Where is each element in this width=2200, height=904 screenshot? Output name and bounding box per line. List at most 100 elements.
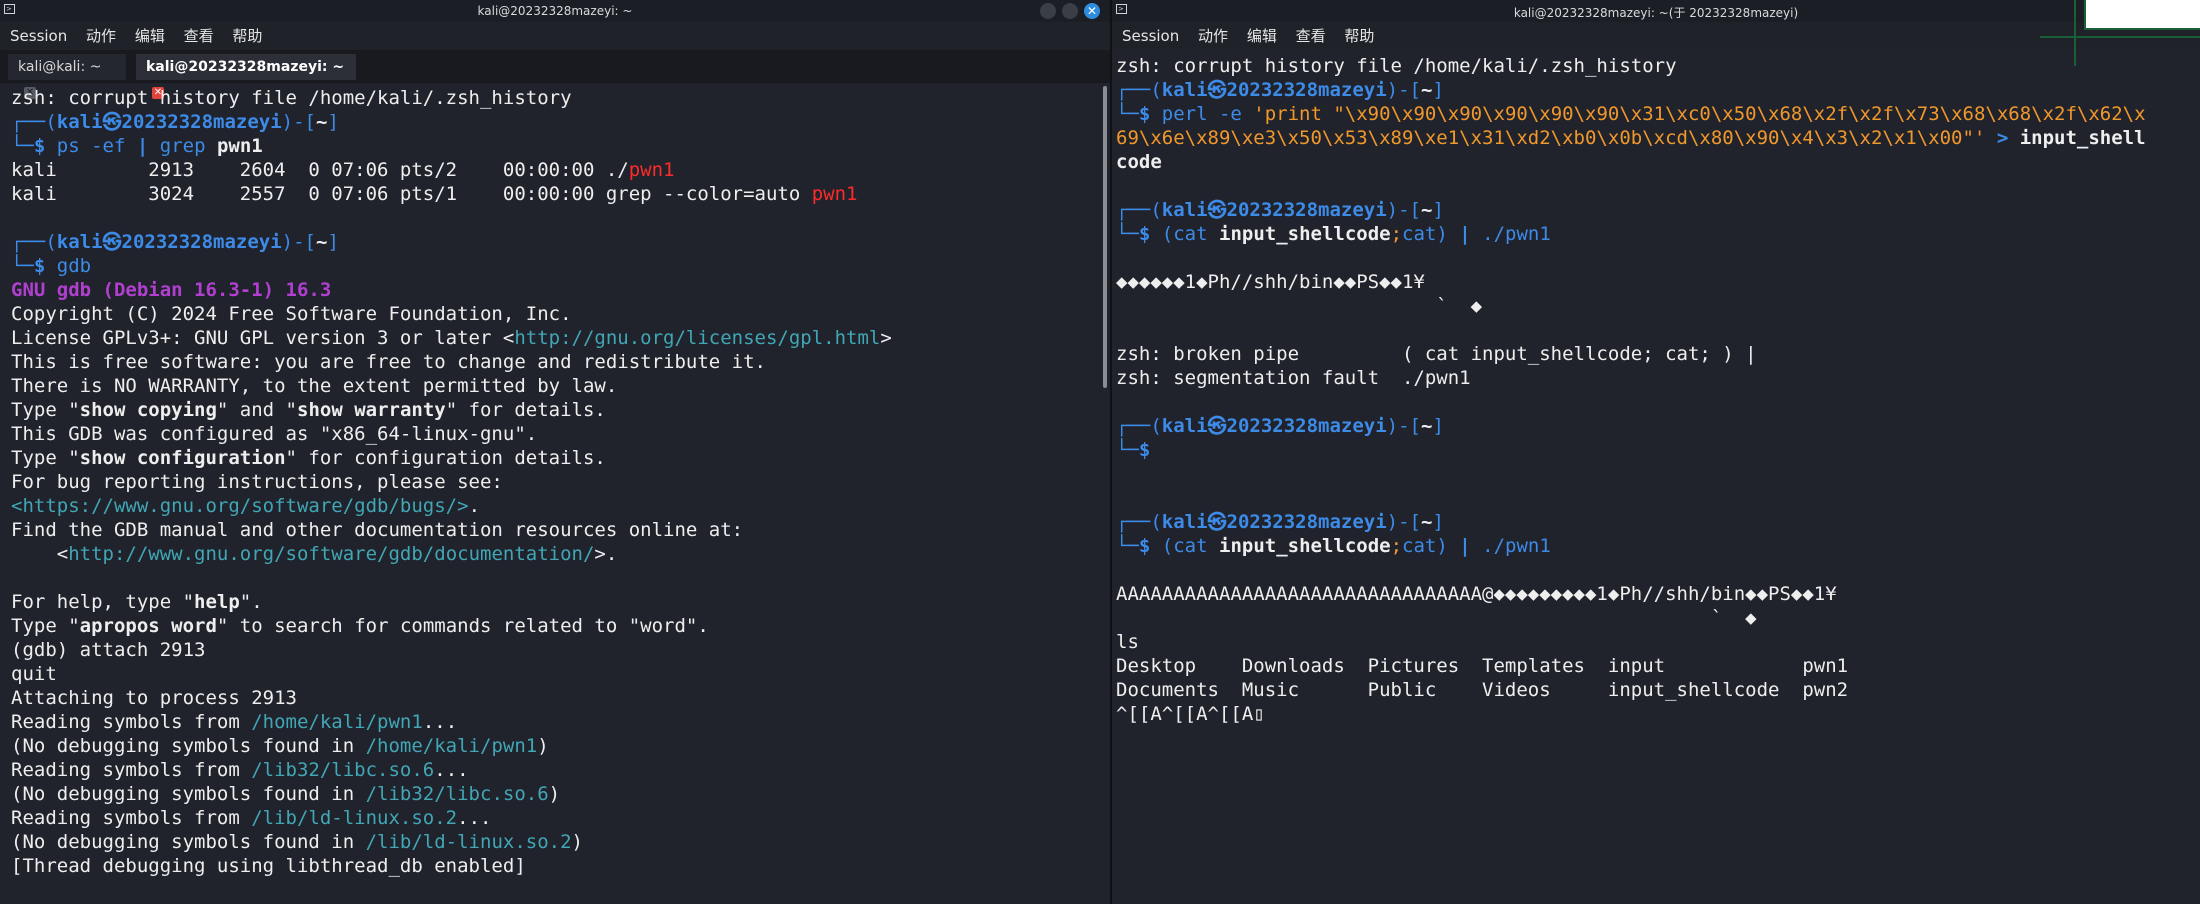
menu-actions[interactable]: 动作 <box>86 22 116 50</box>
terminal-text: ~ <box>316 231 328 253</box>
terminal-line: quit <box>11 662 892 686</box>
menu-help[interactable]: 帮助 <box>232 22 262 50</box>
terminal-text: quit <box>11 663 57 685</box>
minimize-icon[interactable] <box>1040 3 1056 19</box>
terminal-line: ┌──(kali㉿20232328mazeyi)-[~] <box>11 230 892 254</box>
terminal-text: ; <box>1390 223 1403 245</box>
close-icon[interactable]: ✕ <box>1084 3 1100 19</box>
terminal-text: $ <box>1138 103 1162 125</box>
menu-edit[interactable]: 编辑 <box>135 22 165 50</box>
terminal-text: >. <box>594 543 618 565</box>
terminal-text: < <box>11 543 69 565</box>
terminal-text: [Thread debugging using libthread_db ena… <box>11 855 526 877</box>
menu-session[interactable]: Session <box>1122 22 1179 50</box>
right-terminal-window: > kali@20232328mazeyi: ~(于 20232328mazey… <box>1112 0 2200 904</box>
terminal-line: ┌──(kali㉿20232328mazeyi)-[~] <box>1116 414 2146 438</box>
terminal-text: ` ◆ <box>1116 607 1757 629</box>
terminal-text: ~ <box>1421 511 1433 533</box>
scrollbar[interactable] <box>1103 86 1107 388</box>
terminal-line: ^[[A^[[A^[[A▯ <box>1116 702 2146 726</box>
terminal-text: Type " <box>11 447 80 469</box>
terminal-text: code <box>1116 151 1162 173</box>
terminal-text: ┌──( <box>1116 415 1162 437</box>
terminal-text: zsh: corrupt history file /home/kali/.zs… <box>1116 55 1677 77</box>
terminal-text: ~ <box>316 111 328 133</box>
terminal-text: 'print "\x90\x90\x90\x90\x90\x90\x31\xc0… <box>1253 103 2146 125</box>
terminal-text: /lib32/libc.so.6 <box>251 759 435 781</box>
terminal-text: | <box>1459 535 1483 557</box>
terminal-line: Type "apropos word" to search for comman… <box>11 614 892 638</box>
terminal-text: cat <box>1402 223 1437 245</box>
terminal-text: ] <box>327 111 339 133</box>
terminal-text: " to search for commands related to "wor… <box>216 615 709 637</box>
left-tabbar: kali@kali: ~✕ kali@20232328mazeyi: ~✕ <box>0 50 1110 99</box>
left-terminal-output[interactable]: zsh: corrupt history file /home/kali/.zs… <box>11 86 892 878</box>
terminal-text: ~ <box>1421 199 1433 221</box>
terminal-text: Reading symbols from <box>11 759 252 781</box>
terminal-text: cat <box>1402 535 1437 557</box>
terminal-line: For help, type "help". <box>11 590 892 614</box>
menu-view[interactable]: 查看 <box>184 22 214 50</box>
tab-kali-mazeyi[interactable]: kali@20232328mazeyi: ~✕ <box>136 54 356 99</box>
terminal-line: ┌──(kali㉿20232328mazeyi)-[~] <box>1116 510 2146 534</box>
terminal-text: └─ <box>1116 439 1139 461</box>
terminal-text: gdb <box>56 255 92 277</box>
terminal-text: ~ <box>1421 415 1433 437</box>
terminal-text: Reading symbols from <box>11 711 252 733</box>
terminal-line: kali 2913 2604 0 07:06 pts/2 00:00:00 ./… <box>11 158 892 182</box>
terminal-text: ... <box>434 759 469 781</box>
right-terminal-output[interactable]: zsh: corrupt history file /home/kali/.zs… <box>1116 54 2146 726</box>
terminal-text: Find the GDB manual and other documentat… <box>11 519 744 541</box>
terminal-text: ┌──( <box>11 111 57 133</box>
right-titlebar[interactable]: > kali@20232328mazeyi: ~(于 20232328mazey… <box>1112 0 2200 22</box>
terminal-text: There is NO WARRANTY, to the extent perm… <box>11 375 618 397</box>
right-window-title: kali@20232328mazeyi: ~(于 20232328mazeyi) <box>1513 6 1799 20</box>
terminal-text: apropos word <box>79 615 217 637</box>
terminal-line: License GPLv3+: GNU GPL version 3 or lat… <box>11 326 892 350</box>
menu-session[interactable]: Session <box>10 22 67 50</box>
terminal-text: ` ◆ <box>1116 295 1483 317</box>
menu-edit[interactable]: 编辑 <box>1247 22 1277 50</box>
menu-actions[interactable]: 动作 <box>1198 22 1228 50</box>
terminal-line: Reading symbols from /lib32/libc.so.6... <box>11 758 892 782</box>
left-titlebar[interactable]: > kali@20232328mazeyi: ~ ✕ <box>0 0 1110 22</box>
terminal-text: kali㉿20232328mazeyi <box>1161 79 1387 101</box>
maximize-icon[interactable] <box>1062 3 1078 19</box>
terminal-text: | <box>1459 223 1483 245</box>
terminal-line: └─$ ps -ef | grep pwn1 <box>11 134 892 158</box>
terminal-text: License GPLv3+: GNU GPL version 3 or lat… <box>11 327 515 349</box>
terminal-text: zsh: segmentation fault ./pwn1 <box>1116 367 1471 389</box>
terminal-text: input_shellcode <box>1219 535 1391 557</box>
terminal-text: kali 3024 2557 0 07:06 pts/1 00:00:00 gr… <box>11 183 812 205</box>
terminal-text: └─ <box>11 255 34 277</box>
terminal-text: For bug reporting instructions, please s… <box>11 471 503 493</box>
terminal-text: kali㉿20232328mazeyi <box>1161 415 1387 437</box>
terminal-text: (gdb) attach 2913 <box>11 639 206 661</box>
terminal-line: <http://www.gnu.org/software/gdb/documen… <box>11 542 892 566</box>
terminal-text: ) <box>537 735 549 757</box>
terminal-text: ... <box>457 807 492 829</box>
menu-view[interactable]: 查看 <box>1296 22 1326 50</box>
terminal-text: " for details. <box>445 399 606 421</box>
terminal-text: pwn1 <box>628 159 675 181</box>
terminal-text: cat <box>1173 535 1219 557</box>
terminal-text: ; <box>1390 535 1403 557</box>
terminal-line: (No debugging symbols found in /lib/ld-l… <box>11 830 892 854</box>
terminal-text: ] <box>327 231 339 253</box>
terminal-line: Copyright (C) 2024 Free Software Foundat… <box>11 302 892 326</box>
terminal-text: ./pwn1 <box>1482 223 1551 245</box>
terminal-text: Type " <box>11 399 80 421</box>
terminal-text: ( <box>1161 223 1174 245</box>
menu-help[interactable]: 帮助 <box>1344 22 1374 50</box>
terminal-text: )-[ <box>1386 511 1421 533</box>
tab-kali-kali[interactable]: kali@kali: ~✕ <box>8 54 126 99</box>
terminal-line: └─$ gdb <box>11 254 892 278</box>
terminal-text: ) <box>1436 223 1460 245</box>
terminal-text: ps -ef <box>56 135 137 157</box>
terminal-text: kali㉿20232328mazeyi <box>56 111 282 133</box>
terminal-line: └─$ <box>1116 438 2146 462</box>
